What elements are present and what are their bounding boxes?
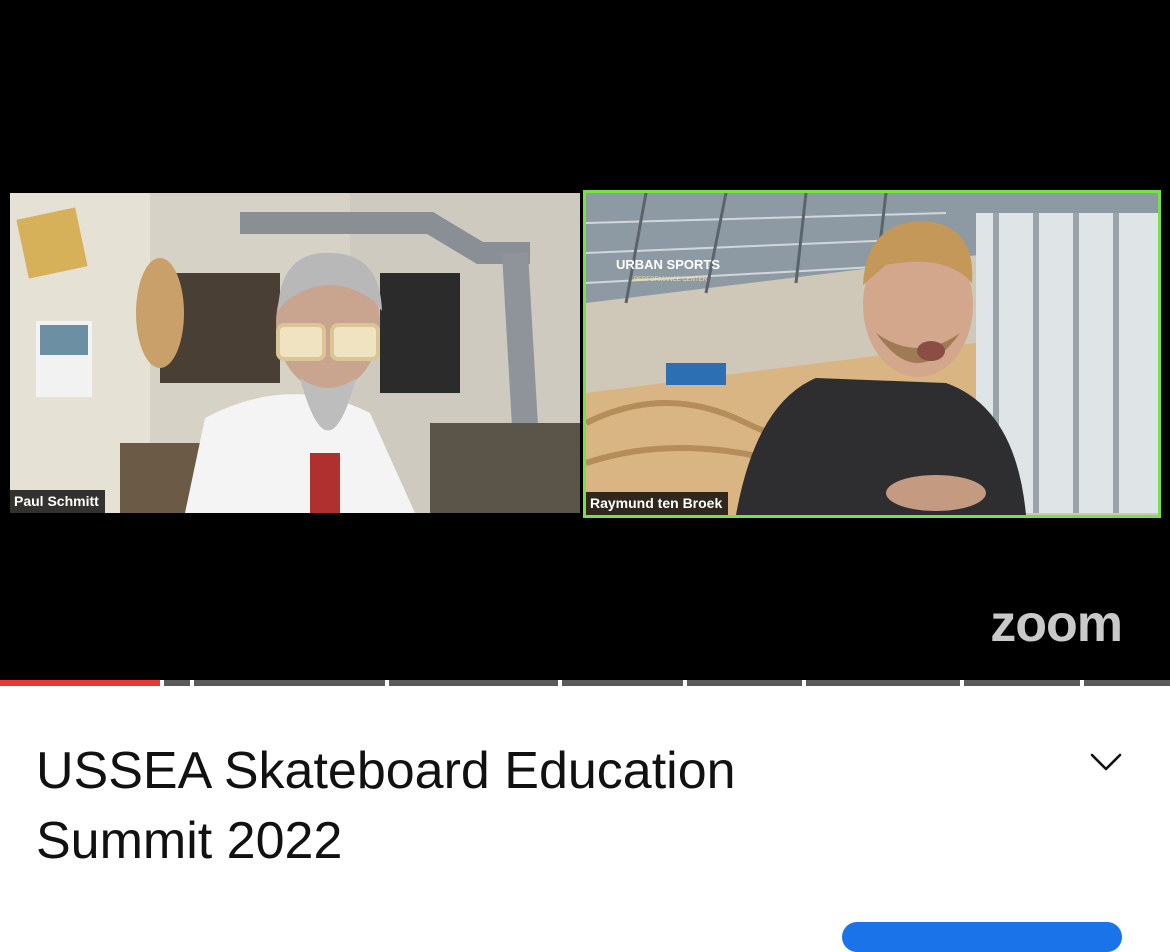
participant-name-label: Raymund ten Broek [586, 492, 729, 515]
subscribe-button[interactable] [842, 922, 1122, 952]
video-player[interactable]: Paul Schmitt URBAN SPORTS PERFORMANCE CE… [0, 0, 1170, 680]
participant-video-paul [10, 193, 580, 513]
video-title[interactable]: USSEA Skateboard Education Summit 2022 [36, 736, 856, 876]
chevron-down-icon[interactable] [1088, 744, 1124, 780]
video-info-panel: USSEA Skateboard Education Summit 2022 [0, 686, 1170, 952]
urban-sports-subsign: PERFORMANCE CENTER [634, 277, 708, 283]
participant-video-raymund: URBAN SPORTS PERFORMANCE CENTER [586, 193, 1158, 515]
zoom-logo: zoom [990, 595, 1123, 653]
participant-tile-raymund: URBAN SPORTS PERFORMANCE CENTER Raymund … [583, 190, 1161, 518]
participant-tile-paul: Paul Schmitt [10, 193, 580, 513]
participant-name-label: Paul Schmitt [10, 490, 105, 513]
urban-sports-sign: URBAN SPORTS [616, 257, 720, 272]
